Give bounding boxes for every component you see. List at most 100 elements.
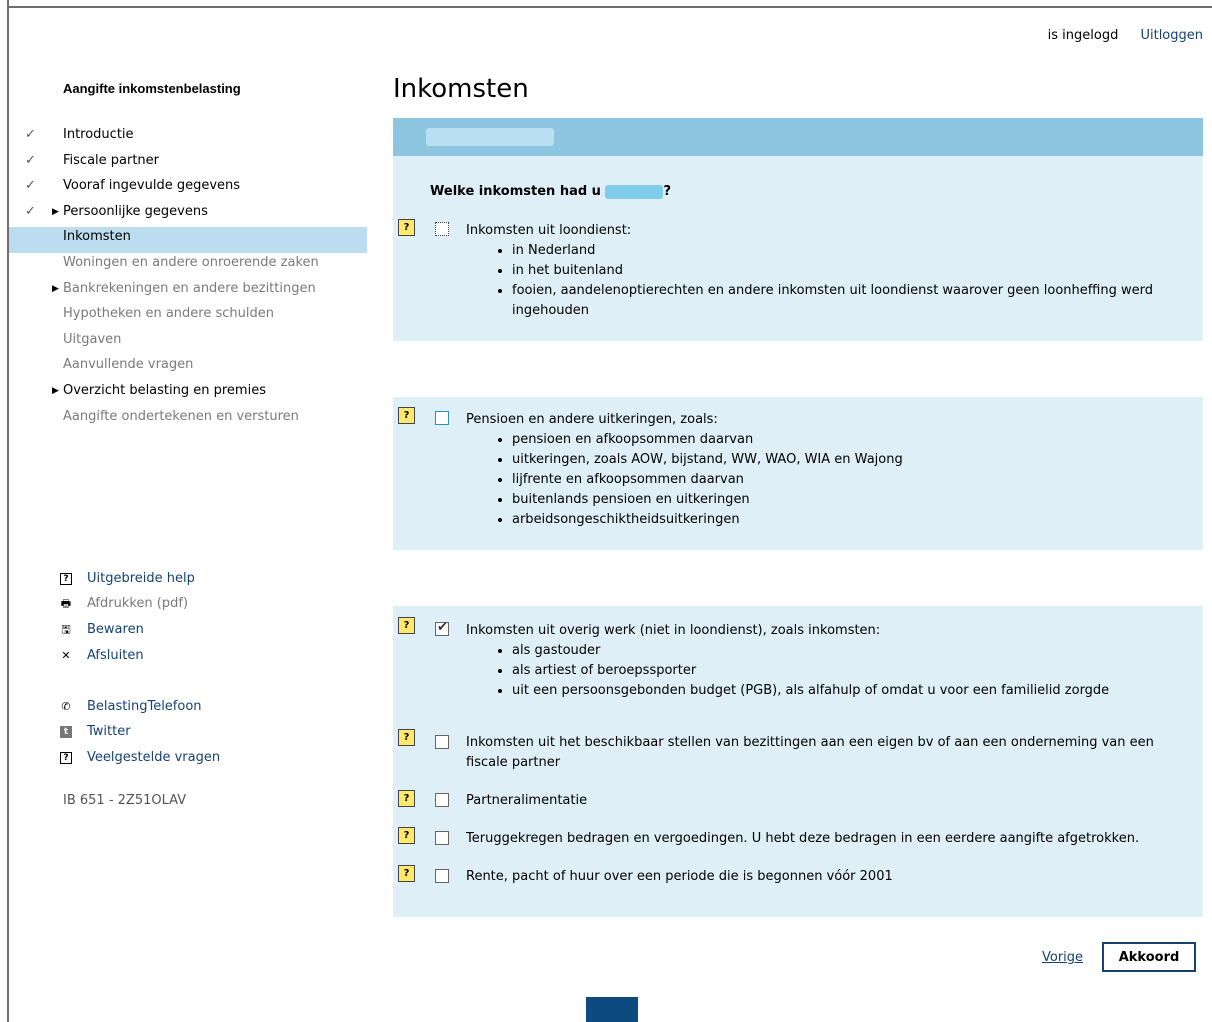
help-button[interactable]: ? [398, 827, 415, 844]
help-button[interactable]: ? [398, 865, 415, 882]
question-text: Welke inkomsten had u [430, 184, 601, 199]
twitter-link-label: Twitter [87, 724, 131, 740]
nav-item-aanvullende-vragen: Aanvullende vragen [9, 355, 367, 381]
nav-item-label: Vooraf ingevulde gegevens [63, 178, 241, 194]
nav-item-label: Woningen en andere onroerende zaken [63, 254, 319, 270]
logout-link[interactable]: Uitloggen [1140, 28, 1203, 43]
option-bullets: als gastouder als artiest of beroepsspor… [466, 641, 1166, 701]
bullet-item: fooien, aandelenoptierechten en andere i… [512, 281, 1166, 321]
bullet-item: in het buitenland [512, 261, 1166, 281]
nav-item-uitgaven: Uitgaven [9, 330, 367, 356]
check-icon: ✓ [25, 178, 36, 194]
faq-link[interactable]: ? Veelgestelde vragen [59, 745, 220, 771]
income-panel-3: ? Inkomsten uit overig werk (niet in loo… [393, 606, 1203, 917]
redacted-year [605, 184, 664, 199]
help-button[interactable]: ? [398, 729, 415, 746]
logged-in-text: is ingelogd [1047, 28, 1119, 43]
option-label: Inkomsten uit overig werk (niet in loond… [466, 623, 881, 638]
bullet-item: uit een persoonsgebonden budget (PGB), a… [512, 681, 1166, 701]
option-bezittingen: Inkomsten uit het beschikbaar stellen va… [466, 733, 1166, 773]
bullet-item: pensioen en afkoopsommen daarvan [512, 430, 1166, 450]
nav-item-woningen: Woningen en andere onroerende zaken [9, 253, 367, 279]
checkbox-overig-werk[interactable] [435, 620, 449, 636]
checkbox-partneralimentatie[interactable] [435, 793, 449, 807]
nav-item-label: Overzicht belasting en premies [63, 382, 266, 398]
nav-item-persoonlijke-gegevens[interactable]: ✓ ▶ Persoonlijke gegevens [9, 202, 367, 228]
income-panel-2: ? Pensioen en andere uitkeringen, zoals:… [393, 397, 1203, 550]
nav-item-vooraf-ingevulde-gegevens[interactable]: ✓ Vooraf ingevulde gegevens [9, 176, 367, 202]
nav-item-label: Aangifte ondertekenen en versturen [63, 408, 299, 424]
checkbox-teruggekregen[interactable] [435, 831, 449, 845]
help-link-label: Uitgebreide help [87, 570, 195, 586]
question-heading: Welke inkomsten had u ? [430, 184, 671, 199]
phone-icon: ✆ [61, 699, 71, 713]
phone-link-label: BelastingTelefoon [87, 698, 202, 714]
help-button[interactable]: ? [398, 219, 415, 236]
floppy-disk-icon: 🖫 [61, 622, 71, 636]
nav-item-label: Persoonlijke gegevens [63, 203, 208, 219]
option-bullets: pensioen en afkoopsommen daarvan uitkeri… [466, 430, 1166, 530]
nav-item-label: Aanvullende vragen [63, 357, 194, 373]
sidebar-nav: ✓ Introductie ✓ Fiscale partner ✓ Vooraf… [9, 125, 367, 432]
twitter-link[interactable]: t Twitter [59, 720, 220, 746]
nav-item-ondertekenen: Aangifte ondertekenen en versturen [9, 407, 367, 433]
expand-arrow-icon[interactable]: ▶ [52, 202, 59, 222]
faq-link-label: Veelgestelde vragen [87, 749, 221, 765]
nav-item-inkomsten[interactable]: Inkomsten [9, 227, 367, 253]
option-pensioen: Pensioen en andere uitkeringen, zoals: p… [466, 410, 1166, 530]
print-link-label: Afdrukken (pdf) [87, 596, 189, 612]
print-link[interactable]: 🖶 Afdrukken (pdf) [59, 592, 220, 618]
printer-icon: 🖶 [60, 597, 72, 611]
checkbox-rente[interactable] [435, 869, 449, 883]
nav-item-fiscale-partner[interactable]: ✓ Fiscale partner [9, 151, 367, 177]
bottom-bar-block [586, 997, 638, 1022]
option-teruggekregen: Teruggekregen bedragen en vergoedingen. … [466, 829, 1166, 849]
phone-link[interactable]: ✆ BelastingTelefoon [59, 694, 220, 720]
nav-item-label: Inkomsten [63, 229, 131, 245]
checkbox-bezittingen[interactable] [435, 735, 449, 749]
option-label: Teruggekregen bedragen en vergoedingen. … [466, 831, 1140, 846]
bullet-item: in Nederland [512, 241, 1166, 261]
close-link[interactable]: ✕ Afsluiten [59, 643, 220, 669]
option-label: Rente, pacht of huur over een periode di… [466, 869, 893, 884]
help-button[interactable]: ? [398, 407, 415, 424]
bullet-item: lijfrente en afkoopsommen daarvan [512, 470, 1166, 490]
check-icon: ✓ [25, 203, 36, 219]
close-link-label: Afsluiten [87, 647, 144, 663]
nav-item-label: Hypotheken en andere schulden [63, 306, 274, 322]
checkbox-pensioen[interactable] [435, 411, 449, 425]
save-link[interactable]: 🖫 Bewaren [59, 617, 220, 643]
bullet-item: arbeidsongeschiktheidsuitkeringen [512, 510, 1166, 530]
option-label: Inkomsten uit loondienst: [466, 223, 632, 238]
topbar: is ingelogd Uitloggen [1048, 28, 1203, 43]
expand-arrow-icon[interactable]: ▶ [52, 381, 59, 401]
save-link-label: Bewaren [87, 621, 144, 637]
expand-arrow-icon[interactable]: ▶ [52, 279, 59, 299]
sidebar-links: ? Uitgebreide help 🖶 Afdrukken (pdf) 🖫 B… [59, 566, 220, 771]
section-header-band [393, 118, 1203, 156]
form-code: IB 651 - 2Z51OLAV [63, 793, 187, 808]
nav-item-label: Fiscale partner [63, 152, 160, 168]
help-button[interactable]: ? [398, 790, 415, 807]
nav-item-label: Uitgaven [63, 331, 122, 347]
bullet-item: buitenlands pensioen en uitkeringen [512, 490, 1166, 510]
help-button[interactable]: ? [398, 617, 415, 634]
option-bullets: in Nederland in het buitenland fooien, a… [466, 241, 1166, 321]
previous-link[interactable]: Vorige [1042, 950, 1083, 965]
nav-item-overzicht[interactable]: ▶ Overzicht belasting en premies [9, 381, 367, 407]
accept-button[interactable]: Akkoord [1102, 942, 1196, 972]
links-spacer [59, 668, 220, 694]
help-link[interactable]: ? Uitgebreide help [59, 566, 220, 592]
option-overig-werk: Inkomsten uit overig werk (niet in loond… [466, 621, 1166, 701]
window-frame-top [7, 6, 1212, 8]
option-label: Partneralimentatie [466, 793, 588, 808]
bullet-item: als gastouder [512, 641, 1166, 661]
sidebar-title: Aangifte inkomstenbelasting [63, 81, 241, 96]
option-label: Inkomsten uit het beschikbaar stellen va… [466, 735, 1154, 770]
nav-item-label: Introductie [63, 127, 134, 142]
nav-item-introductie[interactable]: ✓ Introductie [9, 125, 367, 151]
checkbox-loondienst[interactable] [435, 222, 449, 236]
nav-item-label: Bankrekeningen en andere bezittingen [63, 280, 316, 296]
check-icon: ✓ [25, 152, 36, 168]
page-title: Inkomsten [393, 74, 529, 104]
